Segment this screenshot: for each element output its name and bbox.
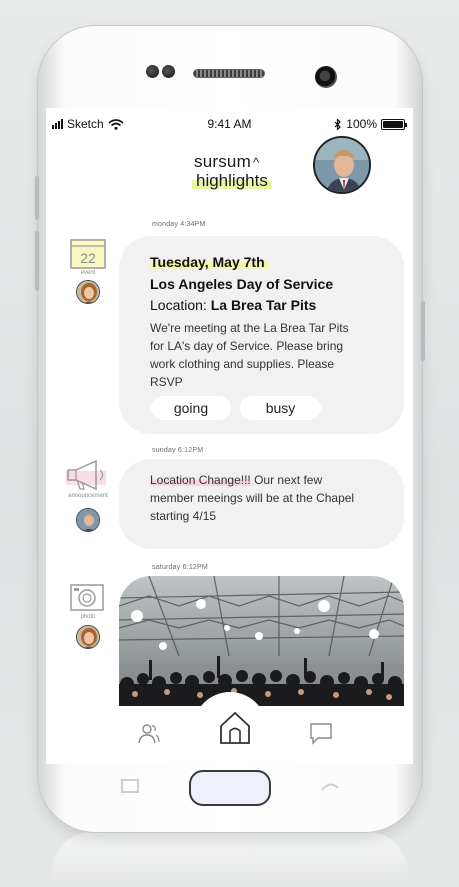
people-icon[interactable] bbox=[137, 721, 161, 745]
app-name: sursum bbox=[194, 152, 251, 171]
camera-icon bbox=[70, 584, 104, 611]
calendar-icon: 22 bbox=[70, 239, 106, 269]
battery-percent: 100% bbox=[346, 117, 377, 131]
author-avatar[interactable] bbox=[76, 280, 100, 304]
app-title[interactable]: sursum ^ bbox=[194, 152, 259, 172]
battery-icon bbox=[381, 118, 407, 130]
announcement-card[interactable]: Location Change!!! Our next few member m… bbox=[119, 459, 404, 549]
announcement-type-label: announcement bbox=[68, 493, 108, 499]
location-value: La Brea Tar Pits bbox=[210, 297, 317, 313]
author-avatar[interactable] bbox=[76, 508, 100, 532]
event-type-label: event bbox=[80, 270, 96, 276]
timestamp: monday 4:34PM bbox=[152, 221, 206, 228]
photo-type-label: photo bbox=[80, 614, 96, 620]
author-avatar[interactable] bbox=[76, 625, 100, 649]
power-button bbox=[421, 301, 425, 361]
chat-icon[interactable] bbox=[309, 721, 333, 745]
back-icon bbox=[321, 783, 339, 791]
tab-bar bbox=[46, 692, 413, 764]
event-location: Location: La Brea Tar Pits bbox=[150, 297, 316, 313]
sensor-icon bbox=[146, 65, 159, 78]
home-icon[interactable] bbox=[219, 711, 251, 745]
sensor-icon bbox=[162, 65, 175, 78]
profile-avatar[interactable] bbox=[313, 136, 371, 194]
phone-reflection bbox=[52, 832, 408, 887]
going-button[interactable]: going bbox=[151, 396, 231, 420]
event-date: Tuesday, May 7th bbox=[150, 254, 269, 270]
busy-button[interactable]: busy bbox=[240, 396, 321, 420]
status-bar: Sketch 9:41 AM 100% bbox=[46, 108, 413, 136]
front-camera-icon bbox=[315, 66, 337, 88]
page-title: highlights bbox=[192, 171, 272, 191]
volume-down-button bbox=[35, 231, 39, 291]
announcement-text: Location Change!!! Our next few member m… bbox=[150, 471, 360, 525]
earpiece-speaker bbox=[193, 69, 265, 78]
event-description: We're meeting at the La Brea Tar Pits fo… bbox=[150, 321, 349, 389]
event-card[interactable]: Tuesday, May 7th Los Angeles Day of Serv… bbox=[119, 236, 404, 434]
location-label: Location: bbox=[150, 297, 207, 313]
group-photo[interactable] bbox=[119, 576, 404, 726]
volume-button bbox=[35, 176, 39, 220]
app-screen: Sketch 9:41 AM 100% sursum^ highlights bbox=[46, 108, 413, 764]
caret-up-icon: ^ bbox=[252, 155, 260, 170]
bluetooth-icon bbox=[334, 118, 342, 130]
event-title: Los Angeles Day of Service bbox=[150, 276, 334, 292]
timestamp: saturday 6:12PM bbox=[152, 564, 208, 571]
announcement-highlight: Location Change!!! bbox=[150, 473, 251, 487]
home-hardware-button[interactable] bbox=[189, 770, 271, 806]
recent-apps-icon bbox=[121, 779, 139, 793]
timestamp: sunday 6:12PM bbox=[152, 447, 204, 454]
megaphone-icon bbox=[66, 459, 106, 491]
calendar-day: 22 bbox=[80, 250, 96, 266]
